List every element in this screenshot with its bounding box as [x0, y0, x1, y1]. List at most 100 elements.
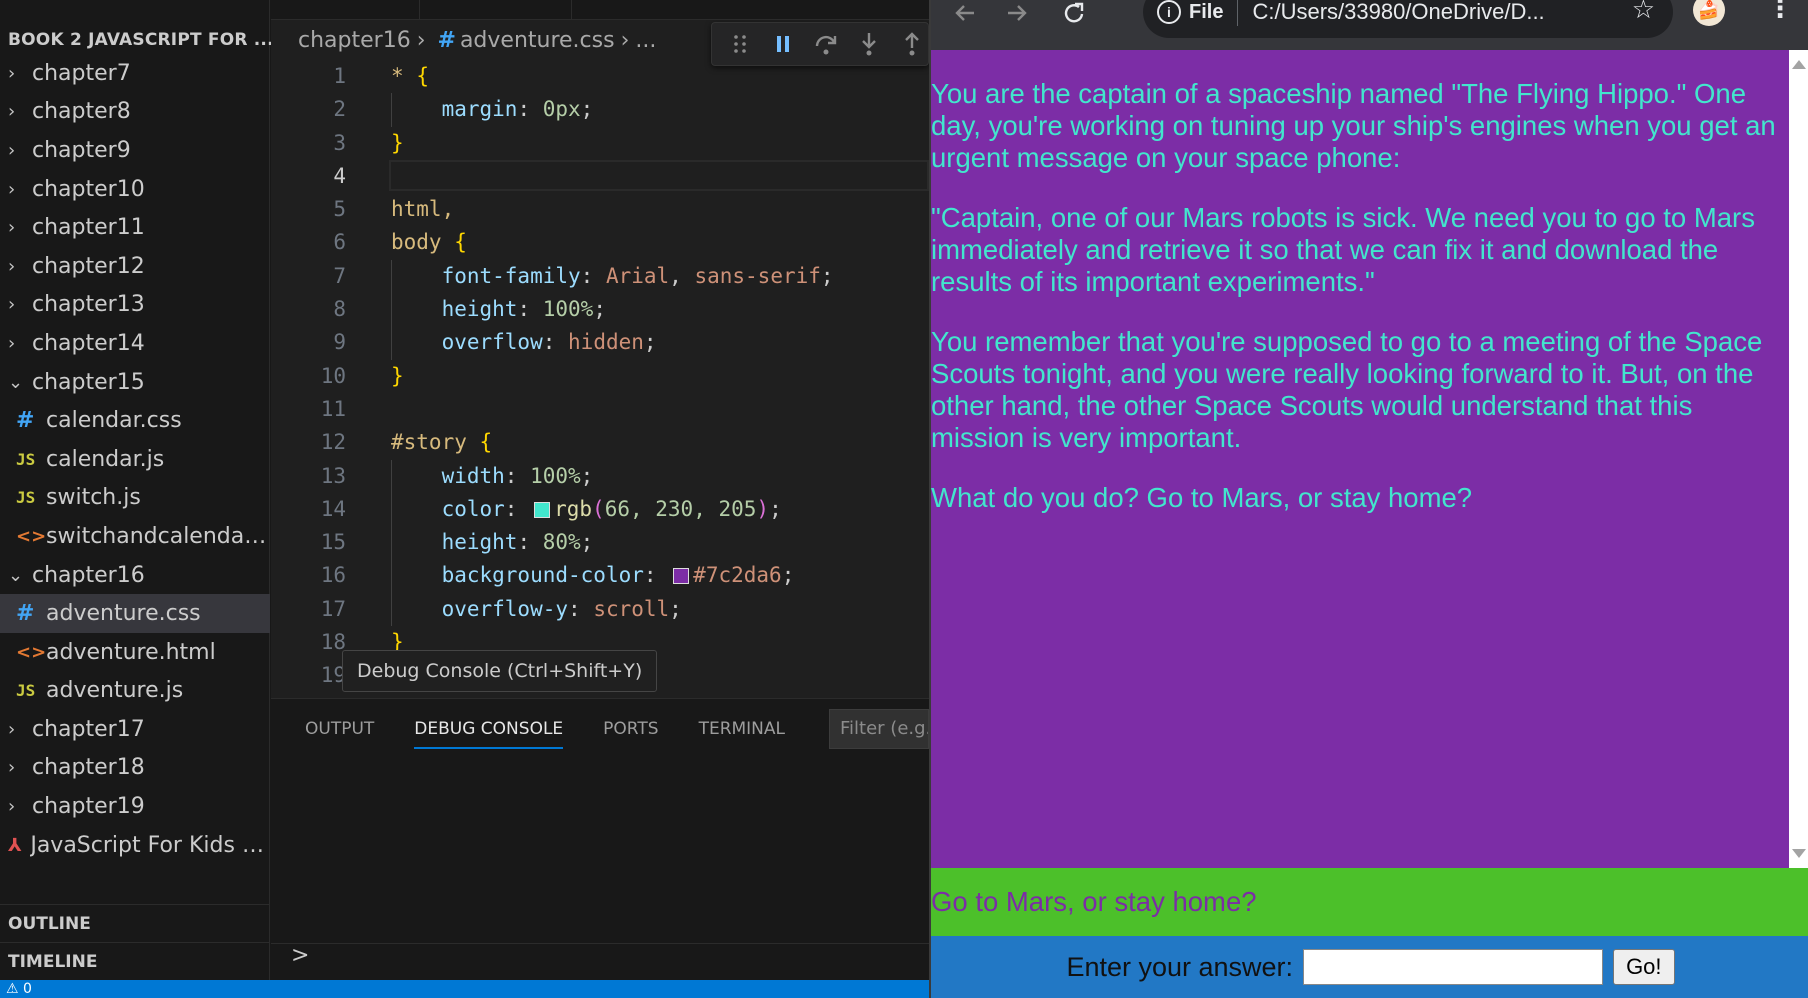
browser-toolbar: i File C:/Users/33980/OneDrive/D... ☆ 🍰 …	[931, 0, 1808, 50]
folder-chapter16[interactable]: ⌄ chapter16	[0, 556, 270, 595]
console-prompt-icon[interactable]: >	[291, 943, 309, 968]
address-bar[interactable]: i File C:/Users/33980/OneDrive/D... ☆	[1143, 0, 1673, 38]
css-function: rgb	[554, 496, 593, 521]
chevron-right-icon: ›	[8, 332, 16, 354]
step-into-icon[interactable]	[852, 26, 885, 62]
color-swatch-icon[interactable]	[673, 568, 690, 585]
chevron-down-icon: ⌄	[8, 564, 24, 586]
current-code-line[interactable]: 4	[271, 159, 929, 193]
tree-item-label: adventure.html	[46, 639, 216, 665]
chevron-right-icon: ›	[8, 178, 16, 200]
breadcrumb-folder[interactable]: chapter16	[298, 28, 411, 53]
info-icon[interactable]: i	[1157, 0, 1181, 24]
line-number: 1	[333, 64, 346, 88]
folder-chapter12[interactable]: › chapter12	[0, 247, 270, 286]
file-item[interactable]: # calendar.css	[0, 401, 270, 440]
tree-item-label: switchandcalendar.h...	[46, 523, 270, 549]
file-item[interactable]: JS switch.js	[0, 479, 270, 518]
folder-chapter13[interactable]: › chapter13	[0, 286, 270, 325]
css-property: overflow	[441, 330, 543, 355]
go-button[interactable]: Go!	[1613, 949, 1675, 985]
status-bar[interactable]: ⚠ 0	[0, 980, 929, 998]
scroll-down-icon[interactable]	[1792, 849, 1806, 858]
tree-item-label: chapter8	[32, 99, 131, 125]
folder-chapter15[interactable]: ⌄ chapter15	[0, 363, 270, 402]
code-editor[interactable]: chapter16 › # adventure.css ›... 1 * { 2 marg…	[271, 20, 929, 698]
console-filter-input[interactable]: Filter (e.g.	[829, 709, 929, 749]
story-scrollbar[interactable]	[1789, 50, 1808, 868]
file-item[interactable]: JS calendar.js	[0, 440, 270, 479]
bottom-panel: OUTPUT DEBUG CONSOLE PORTS TERMINAL Filter …	[271, 698, 929, 980]
folder-chapter17[interactable]: › chapter17	[0, 710, 270, 749]
chevron-right-icon: ›	[8, 139, 16, 161]
file-item[interactable]: JS adventure.js	[0, 672, 270, 711]
back-arrow-icon[interactable]	[947, 0, 983, 26]
story-paragraph: What do you do? Go to Mars, or stay home…	[931, 482, 1473, 513]
tree-item-label: adventure.js	[46, 678, 184, 704]
color-swatch-icon[interactable]	[534, 501, 551, 518]
folder-chapter14[interactable]: › chapter14	[0, 324, 270, 363]
folder-chapter8[interactable]: › chapter8	[0, 93, 270, 132]
html-file-icon: <>	[16, 641, 47, 663]
folder-chapter7[interactable]: › chapter7	[0, 54, 270, 93]
url-text[interactable]: C:/Users/33980/OneDrive/D...	[1252, 0, 1582, 25]
line-number: 11	[320, 396, 346, 421]
folder-chapter19[interactable]: › chapter19	[0, 787, 270, 826]
panel-tab-debug-console[interactable]: DEBUG CONSOLE	[414, 719, 564, 749]
timeline-section[interactable]: TIMELINE	[0, 942, 270, 980]
step-over-icon[interactable]	[810, 26, 843, 62]
file-item[interactable]: <> adventure.html	[0, 633, 270, 672]
drag-handle-icon[interactable]	[724, 26, 757, 62]
breadcrumb-more[interactable]: ...	[635, 28, 656, 53]
css-value: 100%	[530, 463, 581, 488]
pause-icon[interactable]	[767, 26, 800, 62]
editor-tab-strip[interactable]	[271, 0, 929, 20]
chevron-right-icon: ›	[8, 796, 16, 818]
line-number: 14	[320, 496, 346, 521]
file-item[interactable]: <> switchandcalendar.h...	[0, 517, 270, 556]
folder-chapter18[interactable]: › chapter18	[0, 749, 270, 788]
css-value: hidden	[568, 330, 644, 355]
folder-chapter9[interactable]: › chapter9	[0, 131, 270, 170]
panel-tab-output[interactable]: OUTPUT	[305, 719, 374, 749]
tree-item-label: adventure.css	[46, 601, 201, 627]
tree-item-label: chapter11	[32, 215, 145, 241]
bookmark-star-icon[interactable]: ☆	[1632, 0, 1655, 25]
file-item[interactable]: # adventure.css	[0, 594, 270, 633]
breadcrumb-file[interactable]: adventure.css	[460, 28, 615, 53]
panel-tab-terminal[interactable]: TERMINAL	[699, 719, 785, 749]
answer-input[interactable]	[1303, 949, 1604, 985]
answer-bar: Enter your answer: Go!	[931, 936, 1808, 998]
css-selector: #story	[391, 430, 467, 455]
story-area[interactable]: You are the captain of a spaceship named…	[931, 50, 1789, 868]
code-line: 1 * {	[271, 60, 929, 93]
scroll-up-icon[interactable]	[1792, 60, 1806, 69]
css-property: overflow-y	[441, 596, 569, 621]
folder-chapter11[interactable]: › chapter11	[0, 208, 270, 247]
line-number: 5	[333, 197, 346, 222]
code-line: 10}	[271, 360, 929, 393]
more-menu-icon[interactable]: ⋮	[1767, 0, 1793, 24]
css-value: 66, 230, 205	[604, 496, 757, 521]
story-paragraph: You remember that you're supposed to go …	[931, 326, 1763, 453]
chevron-right-icon: ›	[8, 294, 16, 316]
brace: {	[454, 230, 467, 255]
chevron-right-icon: ›	[8, 255, 16, 277]
js-file-icon: JS	[16, 681, 36, 701]
pdf-file-item[interactable]: ⅄ JavaScript For Kids Fo...	[0, 826, 270, 865]
profile-avatar[interactable]: 🍰	[1693, 0, 1725, 26]
tree-item-label: chapter18	[32, 755, 145, 781]
explorer-title[interactable]: BOOK 2 JAVASCRIPT FOR ...	[8, 30, 274, 50]
reload-icon[interactable]	[1057, 0, 1093, 26]
folder-chapter10[interactable]: › chapter10	[0, 170, 270, 209]
brace: {	[416, 64, 429, 88]
line-number: 4	[333, 163, 346, 188]
line-number: 2	[333, 97, 346, 122]
step-out-icon[interactable]	[895, 26, 928, 62]
chevron-right-icon: ›	[8, 217, 16, 239]
forward-arrow-icon[interactable]	[999, 0, 1035, 26]
outline-section[interactable]: OUTLINE	[0, 904, 270, 942]
panel-tab-ports[interactable]: PORTS	[603, 719, 658, 749]
css-value: #7c2da6	[693, 563, 782, 588]
code-line: 3}	[271, 127, 929, 160]
